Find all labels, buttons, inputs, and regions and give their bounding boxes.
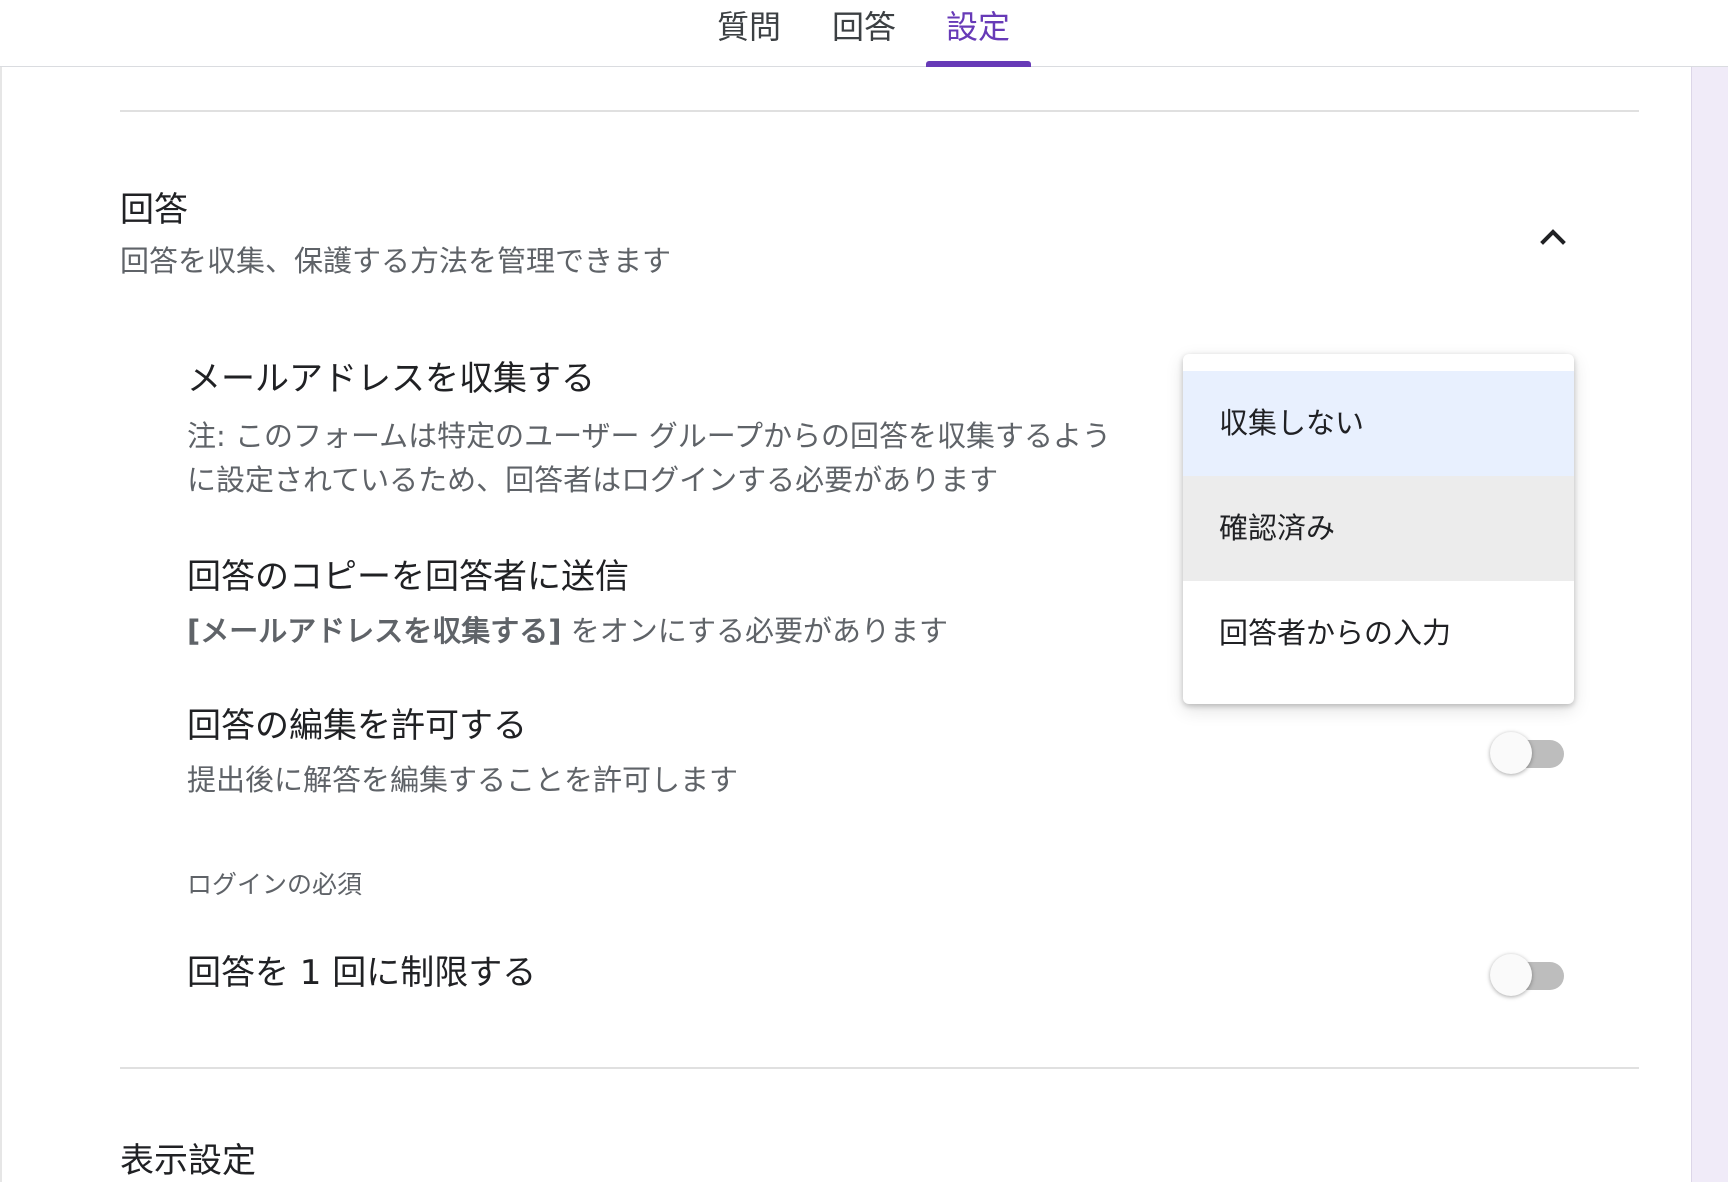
collect-email-title: メールアドレスを収集する — [187, 359, 595, 399]
login-required-label: ログインの必須 — [187, 870, 363, 899]
collect-email-note-line-1: 注: このフォームは特定のユーザー グループからの回答を収集するよう — [187, 419, 1112, 453]
responses-section-description: 回答を収集、保護する方法を管理できます — [120, 244, 672, 278]
right-side-panel — [1691, 67, 1728, 1182]
limit-one-response-toggle[interactable] — [1490, 951, 1572, 997]
toggle-thumb — [1490, 954, 1532, 996]
tab-responses[interactable]: 回答 — [831, 6, 897, 64]
send-copy-required-setting: [メールアドレスを収集する] — [187, 614, 562, 648]
allow-edit-toggle[interactable] — [1490, 729, 1572, 775]
display-settings-section-title: 表示設定 — [120, 1141, 256, 1181]
content-left-border — [0, 67, 2, 1182]
toggle-thumb — [1490, 732, 1532, 774]
top-tab-bar: 質問 回答 設定 — [0, 0, 1728, 67]
chevron-up-icon[interactable] — [1533, 220, 1573, 250]
allow-edit-title: 回答の編集を許可する — [187, 706, 527, 746]
dropdown-option-respondent-input[interactable]: 回答者からの入力 — [1183, 581, 1574, 686]
allow-edit-description: 提出後に解答を編集することを許可します — [187, 763, 739, 797]
send-copy-title: 回答のコピーを回答者に送信 — [187, 557, 629, 597]
tab-settings[interactable]: 設定 — [924, 6, 1032, 64]
tab-questions[interactable]: 質問 — [716, 6, 782, 64]
section-divider — [120, 110, 1639, 112]
send-copy-description-rest: をオンにする必要があります — [561, 614, 949, 648]
section-divider — [120, 1067, 1639, 1069]
dropdown-option-verified[interactable]: 確認済み — [1183, 476, 1574, 581]
active-tab-indicator — [926, 61, 1031, 67]
collect-email-dropdown-menu: 収集しない 確認済み 回答者からの入力 — [1183, 354, 1574, 704]
limit-one-response-title: 回答を 1 回に制限する — [187, 953, 537, 993]
send-copy-description: [メールアドレスを収集する] をオンにする必要があります — [187, 609, 948, 653]
collect-email-note-line-2: に設定されているため、回答者はログインする必要があります — [187, 463, 999, 497]
responses-section-title: 回答 — [120, 190, 188, 230]
dropdown-option-do-not-collect[interactable]: 収集しない — [1183, 371, 1574, 476]
